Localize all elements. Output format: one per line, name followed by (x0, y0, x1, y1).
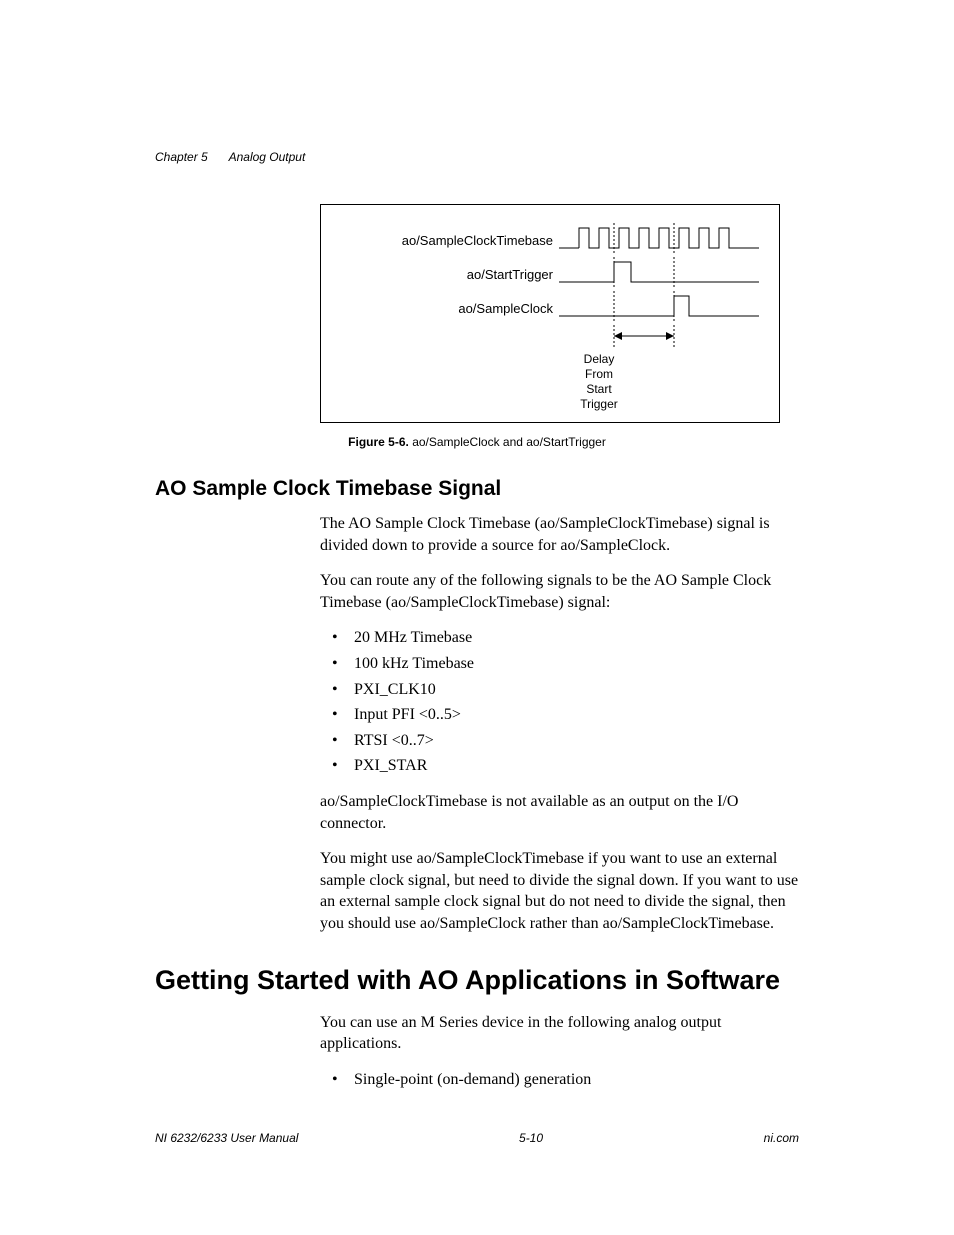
waveform-icon (559, 223, 767, 258)
signal-label: ao/SampleClock (333, 301, 559, 316)
delay-label: Delay From Start Trigger (559, 352, 639, 412)
waveform-icon (559, 257, 767, 292)
delay-arrow-row (559, 325, 767, 352)
body-text-block: You can use an M Series device in the fo… (320, 1012, 799, 1091)
application-list: Single-point (on-demand) generation (320, 1069, 799, 1091)
page-footer: NI 6232/6233 User Manual 5-10 ni.com (155, 1131, 799, 1145)
list-item: 20 MHz Timebase (320, 627, 799, 649)
delay-line: Start (559, 382, 639, 397)
list-item: 100 kHz Timebase (320, 653, 799, 675)
list-item: Single-point (on-demand) generation (320, 1069, 799, 1091)
signal-label: ao/StartTrigger (333, 267, 559, 282)
list-item: PXI_CLK10 (320, 679, 799, 701)
chapter-title: Analog Output (229, 150, 306, 164)
figure-label: Figure 5-6. (348, 435, 409, 449)
signal-source-list: 20 MHz Timebase 100 kHz Timebase PXI_CLK… (320, 627, 799, 777)
delay-line: Trigger (559, 397, 639, 412)
list-item: Input PFI <0..5> (320, 704, 799, 726)
timing-diagram-figure: ao/SampleClockTimebase ao/StartTrigger (320, 204, 780, 423)
section-subheading: AO Sample Clock Timebase Signal (155, 477, 799, 501)
body-text-block: The AO Sample Clock Timebase (ao/SampleC… (320, 513, 799, 935)
paragraph: The AO Sample Clock Timebase (ao/SampleC… (320, 513, 799, 556)
main-heading: Getting Started with AO Applications in … (155, 965, 799, 996)
paragraph: You might use ao/SampleClockTimebase if … (320, 848, 799, 934)
footer-right: ni.com (764, 1131, 799, 1145)
list-item: PXI_STAR (320, 755, 799, 777)
signal-label: ao/SampleClockTimebase (333, 233, 559, 248)
paragraph: ao/SampleClockTimebase is not available … (320, 791, 799, 834)
paragraph: You can route any of the following signa… (320, 570, 799, 613)
delay-line: From (559, 367, 639, 382)
signal-row-sampleclock: ao/SampleClock (333, 291, 767, 325)
waveform-icon (559, 291, 767, 326)
list-item: RTSI <0..7> (320, 730, 799, 752)
signal-row-starttrigger: ao/StartTrigger (333, 257, 767, 291)
delay-line: Delay (559, 352, 639, 367)
footer-center: 5-10 (519, 1131, 543, 1145)
figure-caption: Figure 5-6. ao/SampleClock and ao/StartT… (155, 435, 799, 449)
signal-row-timebase: ao/SampleClockTimebase (333, 223, 767, 257)
figure-caption-text: ao/SampleClock and ao/StartTrigger (412, 435, 606, 449)
footer-left: NI 6232/6233 User Manual (155, 1131, 298, 1145)
paragraph: You can use an M Series device in the fo… (320, 1012, 799, 1055)
running-header: Chapter 5 Analog Output (155, 150, 799, 164)
document-page: Chapter 5 Analog Output ao/SampleClockTi… (0, 0, 954, 1235)
chapter-number: Chapter 5 (155, 150, 208, 164)
